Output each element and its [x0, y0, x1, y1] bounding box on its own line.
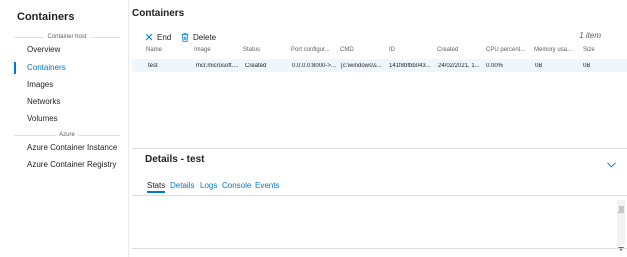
column-header-memory-usage[interactable]: Memory usa... [534, 47, 572, 53]
column-header-port-configuration[interactable]: Port configur... [291, 47, 330, 53]
nav-item-containers[interactable]: Containers [14, 60, 127, 76]
section-header-azure: Azure [14, 132, 120, 138]
delete-button[interactable]: Delete [181, 31, 216, 43]
tab-details[interactable]: Details [170, 181, 194, 190]
cell-cmd: [c:\windows\s... [341, 63, 382, 69]
column-header-id[interactable]: ID [389, 47, 395, 53]
scroll-down-arrow-icon[interactable] [618, 238, 624, 256]
cell-size: 0B [583, 63, 591, 69]
details-title: Details - test [145, 154, 205, 165]
cell-memory-usage: 0B [535, 63, 543, 69]
details-divider [132, 148, 627, 149]
cell-id: 141f8bfbb043... [389, 63, 431, 69]
scrollbar-thumb[interactable] [619, 206, 624, 213]
column-header-size[interactable]: Size [583, 47, 595, 53]
nav-item-volumes[interactable]: Volumes [14, 111, 127, 127]
tab-stats[interactable]: Stats [147, 181, 166, 193]
column-header-status[interactable]: Status [243, 47, 260, 53]
cell-cpu-percent: 0.00% [486, 63, 504, 69]
cell-status: Created [245, 63, 267, 69]
end-button-label: End [157, 32, 172, 42]
nav-item-images[interactable]: Images [14, 77, 127, 93]
section-header-container-host: Container host [14, 34, 120, 40]
nav-item-overview[interactable]: Overview [14, 42, 127, 58]
chevron-down-icon[interactable] [607, 155, 616, 173]
cell-created: 24/02/2021, 1... [438, 63, 480, 69]
tab-events[interactable]: Events [255, 181, 279, 190]
page-title: Containers [132, 8, 185, 19]
cell-name: test [148, 63, 158, 69]
tab-logs[interactable]: Logs [200, 181, 217, 190]
nav-item-azure-container-instance[interactable]: Azure Container Instance [14, 140, 127, 156]
tabs-divider [132, 195, 627, 196]
delete-button-label: Delete [193, 32, 217, 42]
end-button[interactable]: End [145, 31, 171, 43]
column-header-cpu-percent[interactable]: CPU percent... [486, 47, 525, 53]
nav-item-azure-container-registry[interactable]: Azure Container Registry [14, 157, 127, 173]
item-count: 1 item [579, 31, 601, 40]
cell-image: mcr.microsoft.... [196, 63, 239, 69]
sidebar-title: Containers [17, 11, 75, 23]
sidebar: Containers Container host Overview Conta… [0, 0, 129, 257]
trash-icon [181, 32, 189, 42]
cell-port-configuration: 0.0.0.0:8000->... [292, 63, 336, 69]
column-header-cmd[interactable]: CMD [340, 47, 354, 53]
column-header-name[interactable]: Name [146, 47, 162, 53]
nav-item-networks[interactable]: Networks [14, 94, 127, 110]
column-header-image[interactable]: Image [194, 47, 211, 53]
column-header-created[interactable]: Created [437, 47, 458, 53]
close-icon [145, 33, 153, 41]
tab-console[interactable]: Console [222, 181, 251, 190]
details-bottom-divider [132, 248, 627, 249]
